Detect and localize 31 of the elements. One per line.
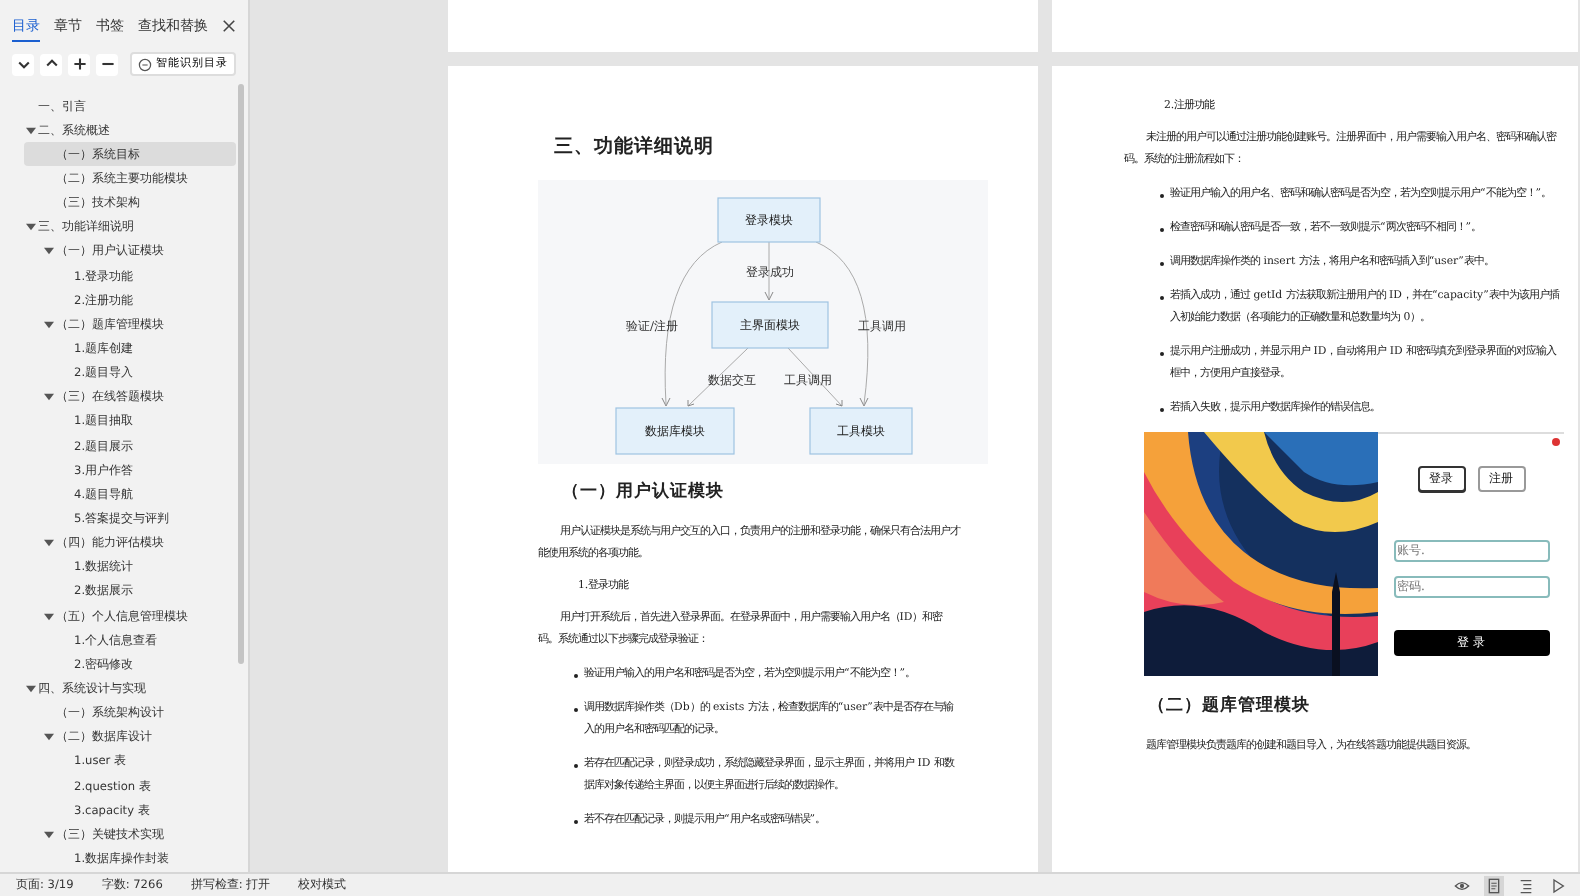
scrollbar-thumb[interactable]	[238, 84, 244, 664]
chevron-down-icon	[15, 56, 31, 72]
caret-down-icon[interactable]	[44, 538, 54, 549]
eye-icon	[1454, 877, 1470, 893]
plus-icon	[71, 56, 87, 72]
chevron-up-button[interactable]	[40, 53, 62, 75]
play-button[interactable]	[1548, 875, 1568, 895]
chevron-up-icon	[43, 56, 59, 72]
subsection-heading: （一）用户认证模块	[562, 480, 726, 504]
section-heading: 三、功能详细说明	[554, 134, 716, 160]
subsection-heading: （二）题库管理模块	[1148, 694, 1312, 718]
minus-button[interactable]	[96, 53, 118, 75]
caret-down-icon[interactable]	[44, 246, 54, 257]
close-icon[interactable]	[1552, 438, 1560, 446]
play-icon	[1550, 877, 1566, 893]
circle-icon	[138, 57, 152, 71]
caret-down-icon[interactable]	[44, 732, 54, 743]
caret-down-icon[interactable]	[44, 611, 54, 622]
plus-button[interactable]	[68, 53, 90, 75]
caret-down-icon[interactable]	[26, 125, 36, 136]
page-view-icon	[1486, 877, 1502, 893]
caret-down-icon[interactable]	[44, 392, 54, 403]
close-icon[interactable]	[222, 18, 236, 34]
caret-down-icon[interactable]	[26, 222, 36, 233]
outline-view-button[interactable]	[1516, 875, 1536, 895]
chevron-down-button[interactable]	[12, 53, 34, 75]
caret-down-icon[interactable]	[44, 829, 54, 840]
page-view-button[interactable]	[1484, 875, 1504, 895]
outline-view-icon	[1518, 877, 1534, 893]
caret-down-icon[interactable]	[26, 683, 36, 694]
caret-down-icon[interactable]	[44, 319, 54, 330]
